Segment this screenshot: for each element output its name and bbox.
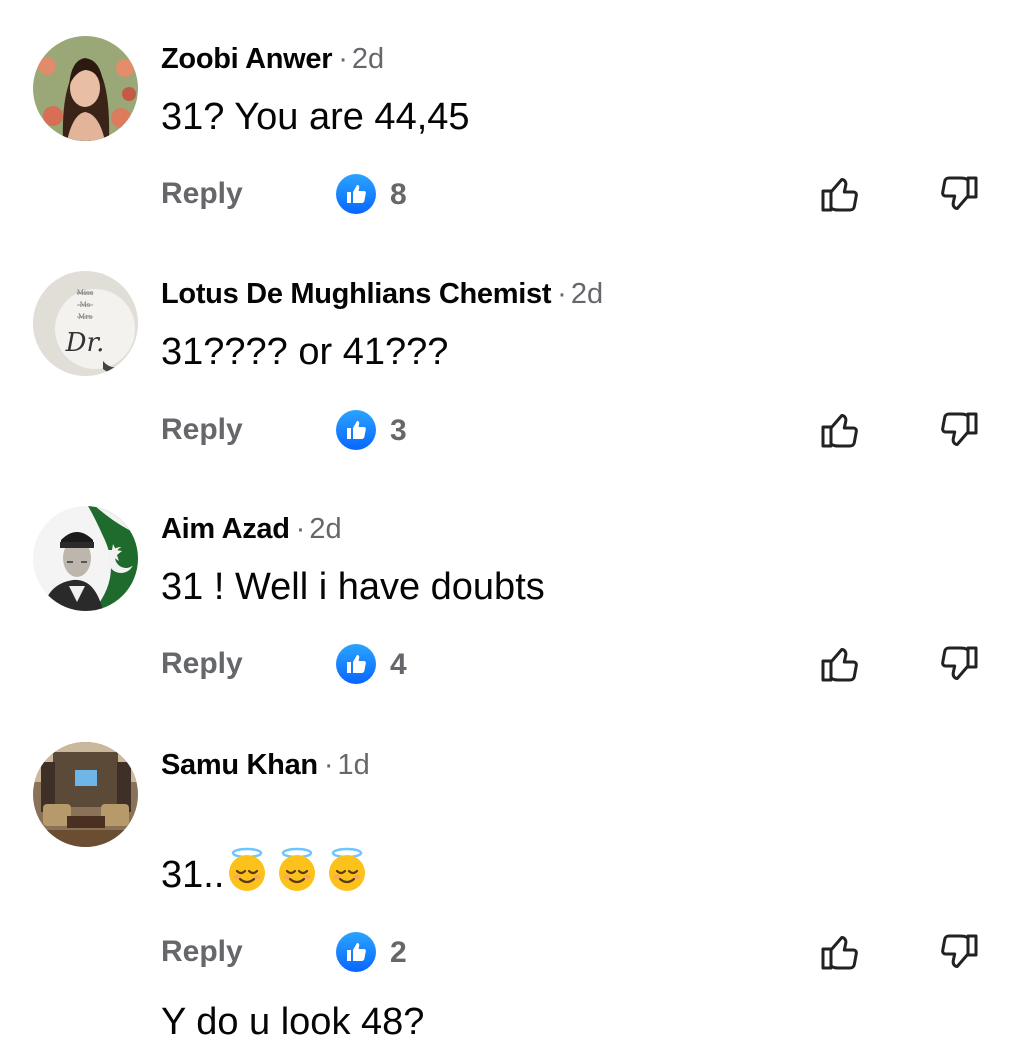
comment-header: Samu Khan · 1d	[161, 748, 370, 782]
separator-dot: ·	[338, 43, 348, 75]
like-count[interactable]: 4	[390, 644, 407, 686]
like-reaction-icon[interactable]	[336, 932, 376, 972]
comment-actions: Reply 4	[0, 644, 1024, 684]
thumbs-down-icon[interactable]	[937, 642, 981, 686]
avatar[interactable]	[33, 36, 138, 141]
comment-text: 31 ! Well i have doubts	[161, 566, 545, 608]
comment-header: Aim Azad · 2d	[161, 512, 342, 546]
avatar[interactable]: Miss Ms Mrs Dr.	[33, 271, 138, 376]
separator-dot: ·	[295, 513, 306, 545]
comment-text: 31???? or 41???	[161, 331, 449, 373]
comment-header: Lotus De Mughlians Chemist · 2d	[161, 277, 603, 311]
author-name[interactable]: Aim Azad	[161, 513, 290, 545]
comment-actions: Reply 2	[0, 932, 1024, 972]
separator-dot: ·	[323, 749, 334, 781]
comment-text-line: 31..	[161, 854, 225, 896]
smiling-face-with-halo-icon	[229, 847, 266, 891]
thumbs-up-icon[interactable]	[818, 642, 862, 686]
timestamp[interactable]: 1d	[338, 749, 370, 781]
like-count[interactable]: 3	[390, 410, 407, 452]
reply-button[interactable]: Reply	[161, 932, 243, 972]
smiling-face-with-halo-icon	[279, 847, 316, 891]
like-reaction-icon[interactable]	[336, 410, 376, 450]
smiling-face-with-halo-icon	[329, 847, 366, 891]
reply-button[interactable]: Reply	[161, 410, 243, 450]
timestamp[interactable]: 2d	[571, 278, 603, 310]
comment-actions: Reply 3	[0, 410, 1024, 450]
reply-button[interactable]: Reply	[161, 644, 243, 684]
like-reaction-icon[interactable]	[336, 644, 376, 684]
comment-text-line: Y do u look 48?	[161, 1001, 425, 1043]
author-name[interactable]: Lotus De Mughlians Chemist	[161, 278, 551, 310]
author-name[interactable]: Zoobi Anwer	[161, 43, 333, 75]
avatar[interactable]	[33, 506, 138, 611]
thumbs-down-icon[interactable]	[937, 172, 981, 216]
comment-header: Zoobi Anwer · 2d	[161, 42, 384, 76]
reply-button[interactable]: Reply	[161, 174, 243, 214]
thumbs-down-icon[interactable]	[937, 408, 981, 452]
comment-text: 31? You are 44,45	[161, 96, 470, 138]
like-count[interactable]: 2	[390, 932, 407, 974]
thumbs-down-icon[interactable]	[937, 930, 981, 974]
thumbs-up-icon[interactable]	[818, 172, 862, 216]
thumbs-up-icon[interactable]	[818, 930, 862, 974]
comment-actions: Reply 8	[0, 174, 1024, 214]
comment-text: 31.. Y do u look 48?	[161, 798, 424, 1047]
like-reaction-icon[interactable]	[336, 174, 376, 214]
like-count[interactable]: 8	[390, 174, 407, 216]
avatar[interactable]	[33, 742, 138, 847]
timestamp[interactable]: 2d	[352, 43, 384, 75]
separator-dot: ·	[557, 278, 567, 310]
timestamp[interactable]: 2d	[309, 513, 341, 545]
avatar-text: Dr.	[65, 328, 105, 358]
thumbs-up-icon[interactable]	[818, 408, 862, 452]
author-name[interactable]: Samu Khan	[161, 749, 318, 781]
